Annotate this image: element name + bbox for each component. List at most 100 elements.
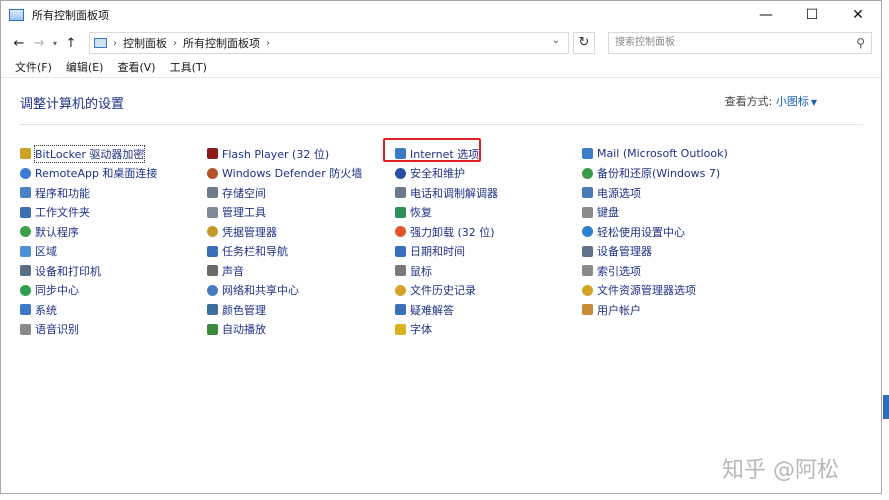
control-panel-item[interactable]: 自动播放 bbox=[207, 320, 362, 340]
background-window-edge bbox=[883, 395, 889, 419]
control-panel-item[interactable]: 区域 bbox=[20, 242, 157, 262]
control-panel-item[interactable]: 字体 bbox=[395, 320, 498, 340]
refresh-button[interactable]: ↻ bbox=[573, 32, 595, 54]
file-history-icon bbox=[395, 284, 406, 296]
control-panel-item-label: 用户帐户 bbox=[597, 303, 641, 317]
recent-locations-chevron-icon[interactable]: ▾ bbox=[49, 39, 61, 48]
speech-recognition-icon bbox=[20, 323, 31, 335]
control-panel-item-label: 索引选项 bbox=[597, 264, 641, 278]
control-panel-item[interactable]: Mail (Microsoft Outlook) bbox=[582, 144, 728, 164]
control-panel-item-label: 颜色管理 bbox=[222, 303, 266, 317]
color-management-icon bbox=[207, 304, 218, 316]
breadcrumb-separator-icon[interactable]: › bbox=[173, 38, 177, 49]
control-panel-item[interactable]: 用户帐户 bbox=[582, 300, 728, 320]
control-panel-item-label: 程序和功能 bbox=[35, 186, 90, 200]
control-panel-item-label: 工作文件夹 bbox=[35, 206, 90, 220]
storage-spaces-icon bbox=[207, 187, 218, 199]
control-panel-item[interactable]: 默认程序 bbox=[20, 222, 157, 242]
control-panel-item[interactable]: 键盘 bbox=[582, 203, 728, 223]
control-panel-item[interactable]: 设备管理器 bbox=[582, 242, 728, 262]
control-panel-item-label: Mail (Microsoft Outlook) bbox=[597, 147, 728, 161]
breadcrumb-control-panel[interactable]: 控制面板 bbox=[123, 35, 167, 51]
control-panel-item-label: 凭据管理器 bbox=[222, 225, 277, 239]
minimize-button[interactable]: — bbox=[743, 1, 789, 29]
control-panel-item-label: 文件资源管理器选项 bbox=[597, 284, 696, 298]
breadcrumb-all-items[interactable]: 所有控制面板项 bbox=[183, 35, 260, 51]
menu-tools[interactable]: 工具(T) bbox=[170, 59, 207, 77]
control-panel-item[interactable]: 语音识别 bbox=[20, 320, 157, 340]
control-panel-item[interactable]: 颜色管理 bbox=[207, 300, 362, 320]
control-panel-item[interactable]: 系统 bbox=[20, 300, 157, 320]
mail-icon bbox=[582, 148, 593, 160]
control-panel-item-label: 区域 bbox=[35, 245, 57, 259]
search-icon[interactable]: ⚲ bbox=[856, 33, 865, 53]
control-panel-item[interactable]: 备份和还原(Windows 7) bbox=[582, 164, 728, 184]
folder-options-icon bbox=[582, 284, 593, 296]
search-input[interactable]: 搜索控制面板 ⚲ bbox=[608, 32, 872, 54]
menu-file[interactable]: 文件(F) bbox=[15, 59, 52, 77]
work-folders-icon bbox=[20, 206, 31, 218]
control-panel-item[interactable]: 电源选项 bbox=[582, 183, 728, 203]
control-panel-item-label: 键盘 bbox=[597, 206, 619, 220]
control-panel-item[interactable]: 任务栏和导航 bbox=[207, 242, 362, 262]
items-column-4: Mail (Microsoft Outlook) 备份和还原(Windows 7)… bbox=[582, 144, 728, 320]
title-bar[interactable]: 所有控制面板项 — ☐ ✕ bbox=[1, 1, 881, 29]
control-panel-item[interactable]: 安全和维护 bbox=[395, 164, 498, 184]
control-panel-item[interactable]: 文件资源管理器选项 bbox=[582, 281, 728, 301]
control-panel-item[interactable]: 工作文件夹 bbox=[20, 203, 157, 223]
control-panel-item[interactable]: 索引选项 bbox=[582, 261, 728, 281]
control-panel-item[interactable]: Flash Player (32 位) bbox=[207, 144, 362, 164]
menu-view[interactable]: 查看(V) bbox=[117, 59, 155, 77]
view-by-control: 查看方式: 小图标 ▼ bbox=[725, 93, 817, 109]
back-arrow-icon[interactable]: ← bbox=[9, 36, 29, 51]
control-panel-item-label: 恢复 bbox=[410, 206, 432, 220]
remoteapp-icon bbox=[20, 167, 31, 179]
address-bar[interactable]: › 控制面板 › 所有控制面板项 › ⌄ bbox=[89, 32, 569, 54]
control-panel-item[interactable]: 恢复 bbox=[395, 203, 498, 223]
control-panel-item-label: Flash Player (32 位) bbox=[222, 147, 330, 161]
control-panel-item[interactable]: 轻松使用设置中心 bbox=[582, 222, 728, 242]
control-panel-item[interactable]: BitLocker 驱动器加密 bbox=[20, 144, 157, 164]
user-accounts-icon bbox=[582, 304, 593, 316]
control-panel-item[interactable]: RemoteApp 和桌面连接 bbox=[20, 164, 157, 184]
control-panel-item-label: 自动播放 bbox=[222, 323, 266, 337]
control-panel-item[interactable]: 程序和功能 bbox=[20, 183, 157, 203]
navigation-bar: ← → ▾ ↑ › 控制面板 › 所有控制面板项 › ⌄ ↻ 搜索控制面板 ⚲ bbox=[1, 29, 881, 57]
control-panel-item[interactable]: 疑难解答 bbox=[395, 300, 498, 320]
control-panel-item[interactable]: 强力卸载 (32 位) bbox=[395, 222, 498, 242]
breadcrumb-separator-icon[interactable]: › bbox=[113, 38, 117, 49]
control-panel-item[interactable]: 存储空间 bbox=[207, 183, 362, 203]
control-panel-item[interactable]: 凭据管理器 bbox=[207, 222, 362, 242]
control-panel-item[interactable]: 网络和共享中心 bbox=[207, 281, 362, 301]
sound-icon bbox=[207, 265, 218, 277]
items-column-2: Flash Player (32 位) Windows Defender 防火墙存… bbox=[207, 144, 362, 339]
view-by-dropdown[interactable]: 小图标 bbox=[776, 95, 809, 108]
control-panel-item[interactable]: 同步中心 bbox=[20, 281, 157, 301]
breadcrumb-separator-icon[interactable]: › bbox=[266, 38, 270, 49]
control-panel-item[interactable]: 电话和调制解调器 bbox=[395, 183, 498, 203]
control-panel-item[interactable]: 鼠标 bbox=[395, 261, 498, 281]
menu-edit[interactable]: 编辑(E) bbox=[66, 59, 104, 77]
control-panel-item[interactable]: 管理工具 bbox=[207, 203, 362, 223]
address-dropdown-chevron-icon[interactable]: ⌄ bbox=[552, 35, 560, 46]
region-icon bbox=[20, 245, 31, 257]
control-panel-item-label: 系统 bbox=[35, 303, 57, 317]
view-by-chevron-icon[interactable]: ▼ bbox=[811, 98, 817, 107]
control-panel-item[interactable]: 日期和时间 bbox=[395, 242, 498, 262]
control-panel-item[interactable]: 声音 bbox=[207, 261, 362, 281]
up-arrow-icon[interactable]: ↑ bbox=[61, 36, 81, 51]
keyboard-icon bbox=[582, 206, 593, 218]
power-icon bbox=[582, 187, 593, 199]
control-panel-item-label: 设备管理器 bbox=[597, 245, 652, 259]
forward-arrow-icon[interactable]: → bbox=[29, 36, 49, 51]
control-panel-item-label: RemoteApp 和桌面连接 bbox=[35, 167, 158, 181]
control-panel-item[interactable]: Windows Defender 防火墙 bbox=[207, 164, 362, 184]
maximize-button[interactable]: ☐ bbox=[789, 1, 835, 29]
close-button[interactable]: ✕ bbox=[835, 1, 881, 29]
control-panel-item[interactable]: 设备和打印机 bbox=[20, 261, 157, 281]
clock-icon bbox=[395, 245, 406, 257]
control-panel-item-label: 电话和调制解调器 bbox=[410, 186, 498, 200]
admin-tools-icon bbox=[207, 206, 218, 218]
control-panel-item[interactable]: 文件历史记录 bbox=[395, 281, 498, 301]
security-flag-icon bbox=[395, 167, 406, 179]
